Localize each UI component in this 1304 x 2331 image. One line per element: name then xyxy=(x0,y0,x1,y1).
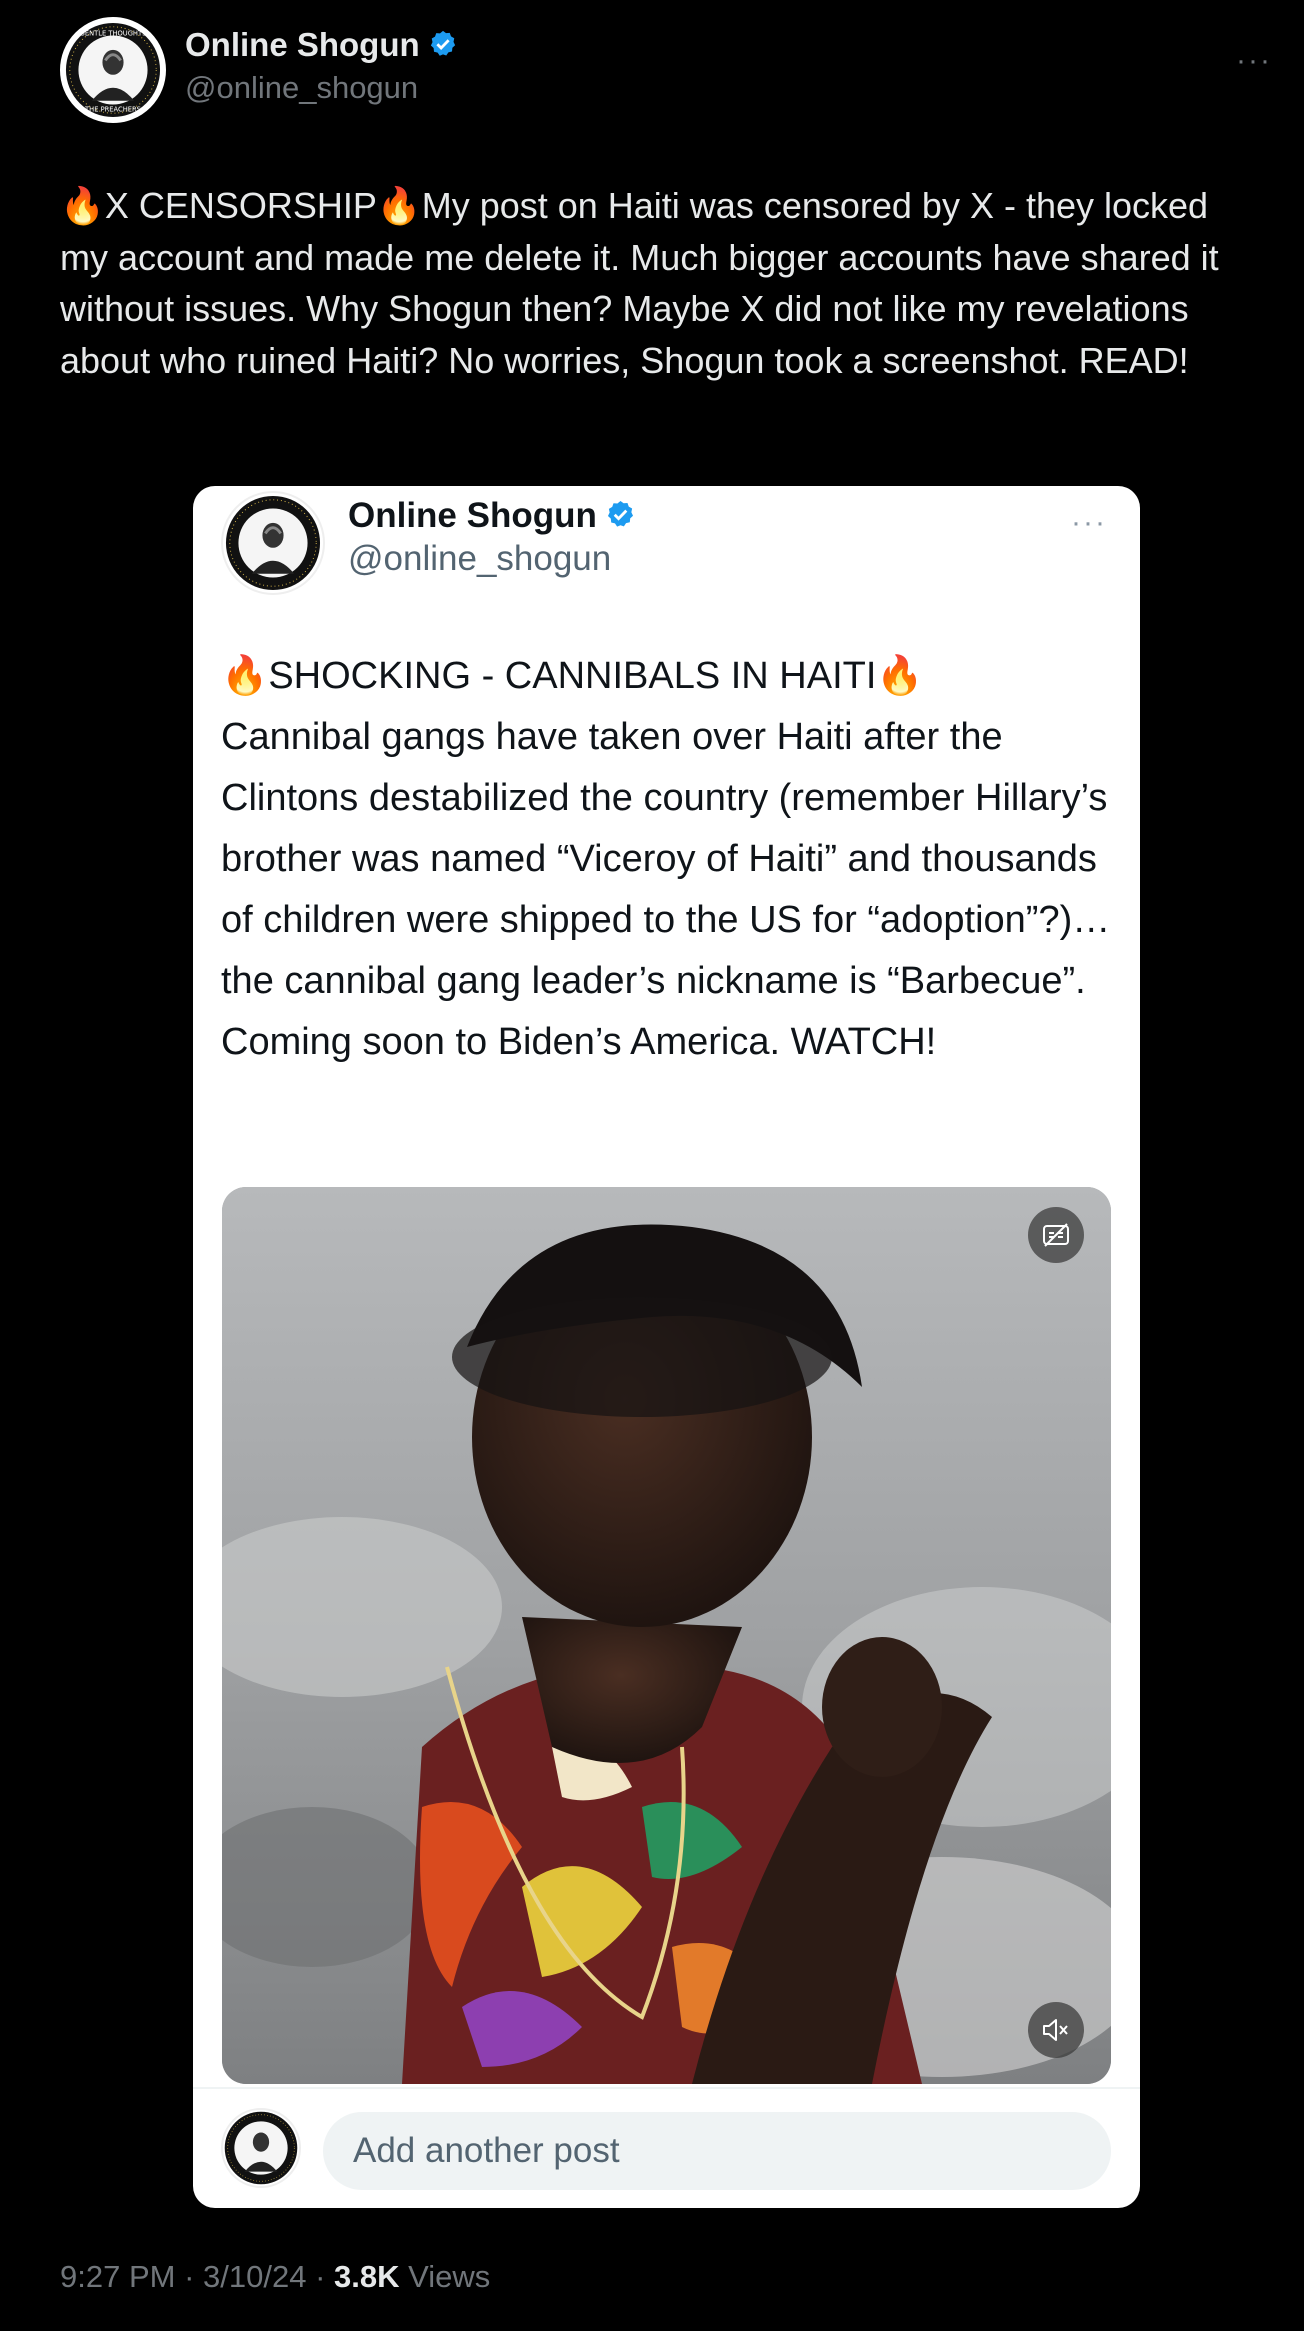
separator: · xyxy=(306,2259,335,2294)
separator: · xyxy=(175,2259,204,2294)
views-label: Views xyxy=(408,2259,491,2294)
verified-badge-icon xyxy=(430,31,455,57)
more-options-icon[interactable]: ··· xyxy=(1236,44,1272,78)
muted-speaker-icon xyxy=(1043,2019,1068,2041)
verified-badge-icon xyxy=(607,501,633,527)
screenshot-author-name-text: Online Shogun xyxy=(348,496,597,535)
screenshot-image[interactable]: Online Shogun @online_shogun ··· 🔥SHOCKI… xyxy=(193,486,1140,2208)
avatar-portrait-icon: GENTLE THOUGHTS THE PREACHERS xyxy=(65,22,161,118)
svg-text:THE PREACHERS: THE PREACHERS xyxy=(84,105,141,113)
avatar-portrait-icon xyxy=(224,2111,298,2185)
screenshot-author-name: Online Shogun xyxy=(348,496,636,536)
avatar-portrait-icon xyxy=(225,495,321,591)
captions-toggle-button[interactable] xyxy=(1028,1207,1084,1263)
screenshot-post-text: 🔥SHOCKING - CANNIBALS IN HAITI🔥 Cannibal… xyxy=(221,655,1111,1063)
captions-off-icon xyxy=(1043,1223,1069,1247)
screenshot-author-handle: @online_shogun xyxy=(348,539,612,578)
author-name-text[interactable]: Online Shogun xyxy=(185,26,420,63)
post-text: 🔥X CENSORSHIP🔥My post on Haiti was censo… xyxy=(60,185,1229,381)
author-name[interactable]: Online Shogun xyxy=(185,26,458,64)
svg-text:GENTLE THOUGHTS: GENTLE THOUGHTS xyxy=(80,29,147,37)
divider xyxy=(193,2087,1140,2089)
post-date[interactable]: 3/10/24 xyxy=(203,2259,306,2294)
author-avatar[interactable]: GENTLE THOUGHTS THE PREACHERS xyxy=(60,17,166,123)
video-player xyxy=(222,1187,1111,2084)
author-handle[interactable]: @online_shogun xyxy=(185,70,418,106)
reply-avatar xyxy=(221,2108,301,2188)
unmute-button[interactable] xyxy=(1028,2002,1084,2058)
post-time[interactable]: 9:27 PM xyxy=(60,2259,175,2294)
video-frame-image xyxy=(222,1187,1111,2084)
post-meta: 9:27 PM · 3/10/24 · 3.8K Views xyxy=(60,2259,490,2295)
views-count: 3.8K xyxy=(334,2259,400,2294)
add-another-post-input[interactable] xyxy=(323,2112,1111,2190)
more-options-icon: ··· xyxy=(1071,506,1107,539)
screenshot-author-avatar xyxy=(221,491,325,595)
